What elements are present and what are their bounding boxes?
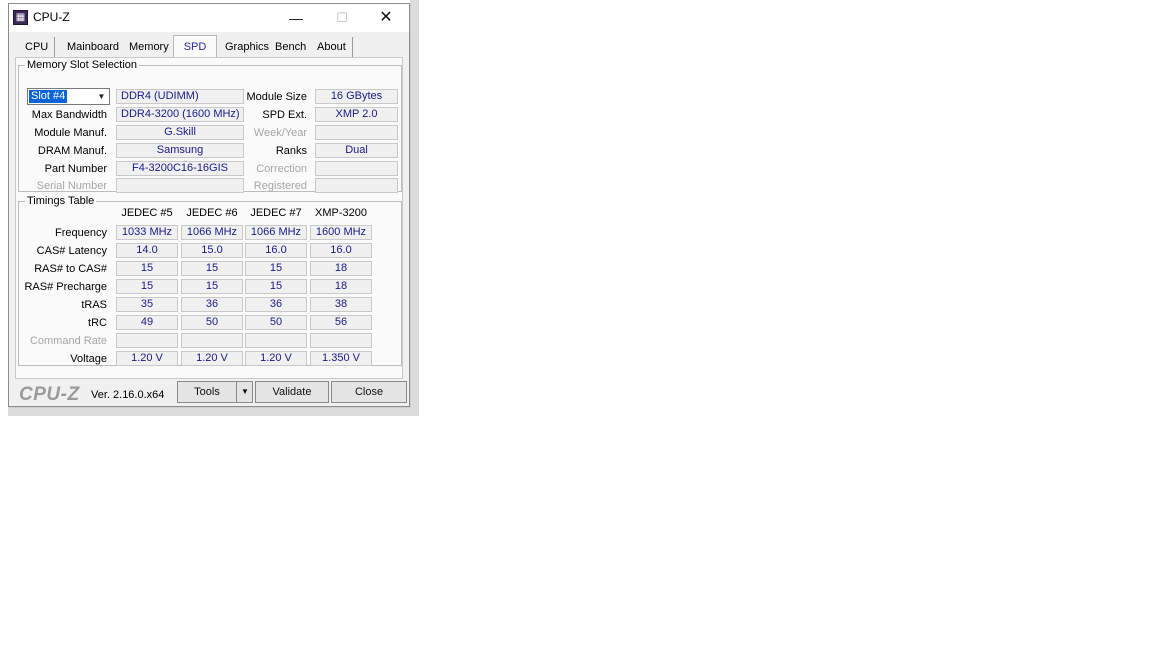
- module-manuf-value: G.Skill: [116, 125, 244, 140]
- timing-cell: 1066 MHz: [181, 225, 243, 240]
- timing-cell: 15.0: [181, 243, 243, 258]
- chevron-down-icon[interactable]: ▼: [237, 382, 253, 402]
- tools-button-label: Tools: [194, 386, 220, 398]
- max-bandwidth-label: Max Bandwidth: [31, 109, 107, 121]
- week-year-value: [315, 125, 398, 140]
- spd-panel: Memory Slot Selection Slot #4 ▼ DDR4 (UD…: [15, 57, 403, 379]
- dram-manuf-value: Samsung: [116, 143, 244, 158]
- close-button[interactable]: Close: [331, 381, 407, 403]
- tab-bench[interactable]: Bench: [269, 37, 314, 57]
- max-bandwidth-value: DDR4-3200 (1600 MHz): [116, 107, 244, 122]
- registered-value: [315, 178, 398, 193]
- cpuz-app-icon: ▦: [13, 10, 28, 25]
- tab-graphics[interactable]: Graphics: [219, 37, 277, 57]
- timing-cell: [245, 333, 307, 348]
- timing-cell: 1066 MHz: [245, 225, 307, 240]
- timing-row-label: tRAS: [81, 299, 107, 311]
- timing-cell: 15: [245, 279, 307, 294]
- registered-label: Registered: [253, 180, 307, 192]
- close-window-button[interactable]: ✕: [363, 4, 409, 32]
- tab-cpu[interactable]: CPU: [19, 37, 56, 57]
- tab-spd[interactable]: SPD: [173, 35, 217, 59]
- ranks-value: Dual: [315, 143, 398, 158]
- timing-cell: 15: [116, 279, 178, 294]
- memory-slot-group-title: Memory Slot Selection: [25, 59, 140, 71]
- timing-cell: 15: [181, 279, 243, 294]
- timing-cell: 18: [310, 261, 372, 276]
- version-text: Ver. 2.16.0.x64: [91, 389, 165, 401]
- timings-table-group: Timings Table JEDEC #5 JEDEC #6 JEDEC #7…: [18, 195, 402, 366]
- timing-row-label: CAS# Latency: [36, 245, 107, 257]
- timing-cell: 49: [116, 315, 178, 330]
- correction-label: Correction: [256, 163, 307, 175]
- timing-cell: 1033 MHz: [116, 225, 178, 240]
- timing-cell: 1.20 V: [116, 351, 178, 366]
- timing-cell: 50: [245, 315, 307, 330]
- timing-cell: 16.0: [245, 243, 307, 258]
- validate-button[interactable]: Validate: [255, 381, 329, 403]
- spd-ext-label: SPD Ext.: [262, 109, 307, 121]
- part-number-value: F4-3200C16-16GIS: [116, 161, 244, 176]
- timing-cell: 15: [116, 261, 178, 276]
- title-bar[interactable]: ▦ CPU-Z — ☐ ✕: [9, 4, 409, 32]
- week-year-label: Week/Year: [253, 127, 307, 139]
- window-title: CPU-Z: [33, 10, 70, 24]
- window-shadow-bottom: [8, 407, 410, 416]
- timings-col-header: JEDEC #6: [186, 207, 238, 219]
- timing-cell: 14.0: [116, 243, 178, 258]
- timings-col-header: JEDEC #7: [250, 207, 302, 219]
- dram-manuf-label: DRAM Manuf.: [37, 145, 107, 157]
- tab-mainboard[interactable]: Mainboard: [61, 37, 126, 57]
- timing-row-label: Command Rate: [29, 335, 107, 347]
- timing-cell: [116, 333, 178, 348]
- timing-row-label: RAS# to CAS#: [34, 263, 107, 275]
- memory-slot-group: Memory Slot Selection Slot #4 ▼ DDR4 (UD…: [18, 59, 402, 193]
- timing-cell: 1.20 V: [245, 351, 307, 366]
- timing-cell: 56: [310, 315, 372, 330]
- ranks-label: Ranks: [275, 145, 307, 157]
- module-size-value: 16 GBytes: [315, 89, 398, 104]
- timings-table-title: Timings Table: [25, 195, 97, 207]
- slot-select-value: Slot #4: [29, 90, 68, 103]
- module-size-label: Module Size: [246, 91, 307, 103]
- timing-cell: [181, 333, 243, 348]
- tools-button[interactable]: Tools ▼: [177, 381, 253, 403]
- timing-row-label: RAS# Precharge: [24, 281, 107, 293]
- serial-number-value: [116, 178, 244, 193]
- timing-cell: 1600 MHz: [310, 225, 372, 240]
- minimize-button[interactable]: —: [273, 4, 319, 32]
- maximize-button[interactable]: ☐: [319, 4, 365, 32]
- timing-cell: 16.0: [310, 243, 372, 258]
- timing-row-label: Frequency: [55, 227, 107, 239]
- part-number-label: Part Number: [44, 163, 107, 175]
- cpuz-logo: CPU-Z: [19, 384, 80, 405]
- correction-value: [315, 161, 398, 176]
- timing-cell: 36: [181, 297, 243, 312]
- dropdown-arrow-icon: ▼: [97, 92, 106, 101]
- timings-col-header: XMP-3200: [315, 207, 367, 219]
- timing-cell: 18: [310, 279, 372, 294]
- timing-row-label: Voltage: [70, 353, 107, 365]
- module-manuf-label: Module Manuf.: [34, 127, 107, 139]
- memory-type-field: DDR4 (UDIMM): [116, 89, 244, 104]
- timings-col-header: JEDEC #5: [121, 207, 173, 219]
- window-shadow-right: [410, 0, 419, 416]
- timing-cell: 1.350 V: [310, 351, 372, 366]
- timing-cell: 15: [245, 261, 307, 276]
- cpuz-window: ▦ CPU-Z — ☐ ✕ CPU Mainboard Memory Graph…: [8, 3, 410, 407]
- timing-cell: 35: [116, 297, 178, 312]
- serial-number-label: Serial Number: [36, 180, 107, 192]
- timing-cell: 15: [181, 261, 243, 276]
- timing-cell: 36: [245, 297, 307, 312]
- timing-cell: 38: [310, 297, 372, 312]
- timing-cell: [310, 333, 372, 348]
- spd-ext-value: XMP 2.0: [315, 107, 398, 122]
- timing-row-label: tRC: [88, 317, 107, 329]
- timing-cell: 1.20 V: [181, 351, 243, 366]
- timing-cell: 50: [181, 315, 243, 330]
- tab-about[interactable]: About: [311, 37, 353, 57]
- slot-select[interactable]: Slot #4 ▼: [27, 88, 110, 105]
- tab-memory[interactable]: Memory: [123, 37, 176, 57]
